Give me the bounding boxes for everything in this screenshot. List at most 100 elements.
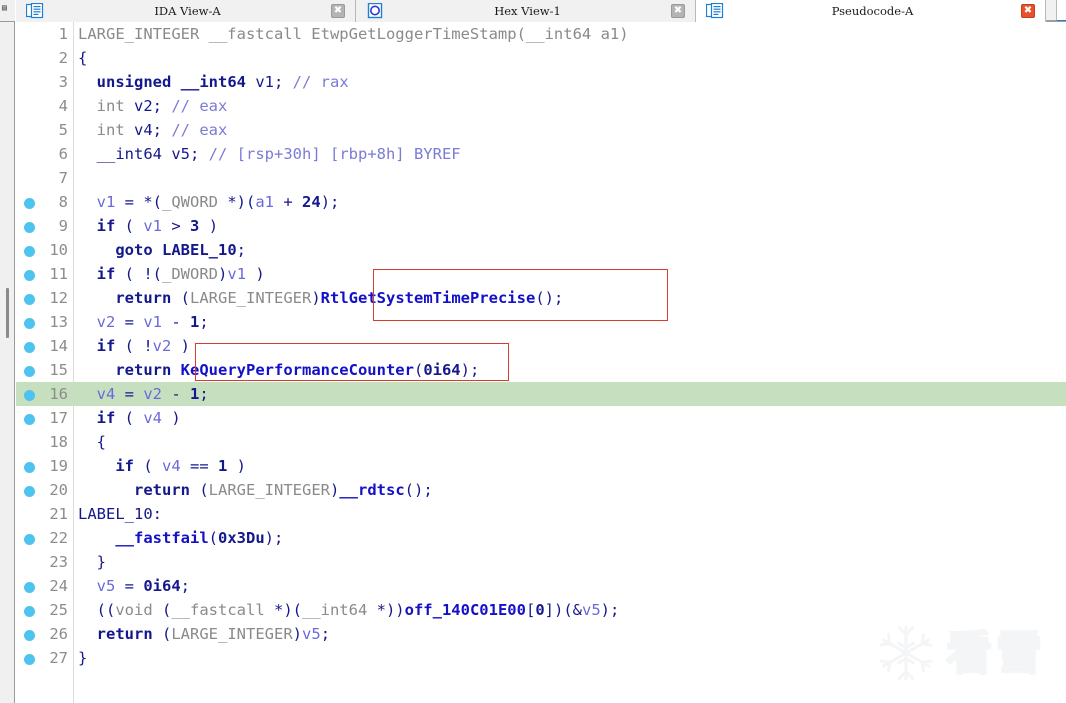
code-token: ) <box>171 337 191 355</box>
code-token: // <box>208 145 237 163</box>
code-token: __int64 <box>301 601 368 619</box>
code-text[interactable]: if ( v4 == 1 ) <box>78 454 246 478</box>
code-text[interactable]: { <box>78 46 87 70</box>
code-line[interactable]: 8 v1 = *(_QWORD *)(a1 + 24); <box>16 190 1066 214</box>
code-line[interactable]: 15 return KeQueryPerformanceCounter(0i64… <box>16 358 1066 382</box>
code-token: ); <box>460 361 480 379</box>
code-token: v5 <box>302 625 321 643</box>
code-line[interactable]: 4 int v2; // eax <box>16 94 1066 118</box>
code-line[interactable]: 17 if ( v4 ) <box>16 406 1066 430</box>
code-token: v5; <box>162 145 209 163</box>
code-line[interactable]: 10 goto LABEL_10; <box>16 238 1066 262</box>
code-line[interactable]: 25 ((void (__fastcall *)(__int64 *))off_… <box>16 598 1066 622</box>
code-line[interactable]: 6 __int64 v5; // [rsp+30h] [rbp+8h] BYRE… <box>16 142 1066 166</box>
code-text[interactable]: return (LARGE_INTEGER)RtlGetSystemTimePr… <box>78 286 563 310</box>
line-number: 16 <box>49 385 68 403</box>
code-token: rax <box>320 73 349 91</box>
code-token: a1 <box>255 193 275 211</box>
dock-panel-icon: ▤ <box>2 3 7 12</box>
code-token: RtlGetSystemTimePrecise <box>320 289 536 307</box>
code-text[interactable]: } <box>78 646 87 670</box>
tab-label: IDA View-A <box>154 4 221 18</box>
code-text[interactable]: return KeQueryPerformanceCounter(0i64); <box>78 358 479 382</box>
code-line[interactable]: 27} <box>16 646 1066 670</box>
line-number: 10 <box>49 241 68 259</box>
document-list-icon <box>706 2 724 19</box>
code-token: LARGE_INTEGER <box>190 289 312 307</box>
code-text[interactable]: LARGE_INTEGER __fastcall EtwpGetLoggerTi… <box>78 22 629 46</box>
line-number: 19 <box>49 457 68 475</box>
code-token: { <box>78 433 106 451</box>
code-line[interactable]: 1 LARGE_INTEGER __fastcall EtwpGetLoggerT… <box>16 22 1066 46</box>
code-line[interactable]: 22 __fastfail(0x3Du); <box>16 526 1066 550</box>
code-line[interactable]: 24 v5 = 0i64; <box>16 574 1066 598</box>
line-number: 5 <box>58 121 68 139</box>
tab-bar-empty-space <box>1046 0 1056 21</box>
code-line[interactable]: 26 return (LARGE_INTEGER)v5; <box>16 622 1066 646</box>
code-text[interactable]: if ( !v2 ) <box>78 334 190 358</box>
code-text[interactable]: return (LARGE_INTEGER)v5; <box>78 622 330 646</box>
code-line[interactable]: 21 LABEL_10: <box>16 502 1066 526</box>
code-line[interactable]: 16 v4 = v2 - 1; <box>16 382 1066 406</box>
code-text[interactable]: int v2; // eax <box>78 94 228 118</box>
code-line[interactable]: 3 unsigned __int64 v1; // rax <box>16 70 1066 94</box>
tab-close-icon[interactable]: ✖ <box>671 4 685 18</box>
tab-ida-view-a[interactable]: IDA View-A ✖ <box>16 0 356 22</box>
tab-overflow-stub[interactable] <box>1056 0 1066 21</box>
pseudocode-viewport[interactable]: 1 LARGE_INTEGER __fastcall EtwpGetLoggerT… <box>16 22 1066 703</box>
tab-pseudocode-a[interactable]: Pseudocode-A ✖ <box>696 0 1046 22</box>
code-text[interactable]: if ( !(_DWORD)v1 ) <box>78 262 265 286</box>
splitter-handle[interactable] <box>6 288 9 338</box>
line-number: 15 <box>49 361 68 379</box>
code-text[interactable]: return (LARGE_INTEGER)__rdtsc(); <box>78 478 433 502</box>
code-line[interactable]: 19 if ( v4 == 1 ) <box>16 454 1066 478</box>
code-text[interactable]: v2 = v1 - 1; <box>78 310 209 334</box>
line-number: 6 <box>58 145 68 163</box>
code-text[interactable]: v5 = 0i64; <box>78 574 190 598</box>
code-text[interactable]: goto LABEL_10; <box>78 238 246 262</box>
code-text[interactable]: ((void (__fastcall *)(__int64 *))off_140… <box>78 598 620 622</box>
tab-close-icon[interactable]: ✖ <box>1021 3 1035 18</box>
code-text[interactable]: v1 = *(_QWORD *)(a1 + 24); <box>78 190 340 214</box>
code-token: 0i64 <box>143 577 181 595</box>
code-text[interactable]: unsigned __int64 v1; // rax <box>78 70 349 94</box>
code-line[interactable]: 7 <box>16 166 1066 190</box>
code-text[interactable]: __int64 v5; // [rsp+30h] [rbp+8h] BYREF <box>78 142 461 166</box>
code-line[interactable]: 12 return (LARGE_INTEGER)RtlGetSystemTim… <box>16 286 1066 310</box>
code-text[interactable]: { <box>78 430 106 454</box>
code-text[interactable]: LABEL_10: <box>78 502 162 526</box>
code-line[interactable]: 9 if ( v1 > 3 ) <box>16 214 1066 238</box>
line-number: 21 <box>49 505 68 523</box>
line-number: 26 <box>49 625 68 643</box>
tab-close-icon[interactable]: ✖ <box>331 4 345 18</box>
code-line[interactable]: 2{ <box>16 46 1066 70</box>
code-line[interactable]: 23 } <box>16 550 1066 574</box>
code-text[interactable]: } <box>78 550 106 574</box>
code-text[interactable]: v4 = v2 - 1; <box>78 382 209 406</box>
code-text[interactable]: int v4; // eax <box>78 118 228 142</box>
code-text[interactable]: __fastfail(0x3Du); <box>78 526 283 550</box>
left-dock-strip-header: ▤ <box>0 0 15 22</box>
code-text[interactable]: if ( v1 > 3 ) <box>78 214 218 238</box>
code-line[interactable]: 11 if ( !(_DWORD)v1 ) <box>16 262 1066 286</box>
code-line[interactable]: 13 v2 = v1 - 1; <box>16 310 1066 334</box>
tab-hex-view-1[interactable]: Hex View-1 ✖ <box>356 0 696 22</box>
code-token: (); <box>535 289 564 307</box>
code-line[interactable]: 14 if ( !v2 ) <box>16 334 1066 358</box>
code-token: - <box>162 313 191 331</box>
code-text[interactable]: if ( v4 ) <box>78 406 181 430</box>
line-number: 23 <box>49 553 68 571</box>
code-token: v4; <box>124 121 172 139</box>
code-token: 1 <box>190 313 200 331</box>
code-line[interactable]: 20 return (LARGE_INTEGER)__rdtsc(); <box>16 478 1066 502</box>
code-token: [rsp+30h] [rbp+8h] BYREF <box>236 145 461 163</box>
tab-label: Pseudocode-A <box>831 3 914 18</box>
code-token: if <box>96 265 116 283</box>
code-line[interactable]: 5 int v4; // eax <box>16 118 1066 142</box>
code-line[interactable]: 18 { <box>16 430 1066 454</box>
